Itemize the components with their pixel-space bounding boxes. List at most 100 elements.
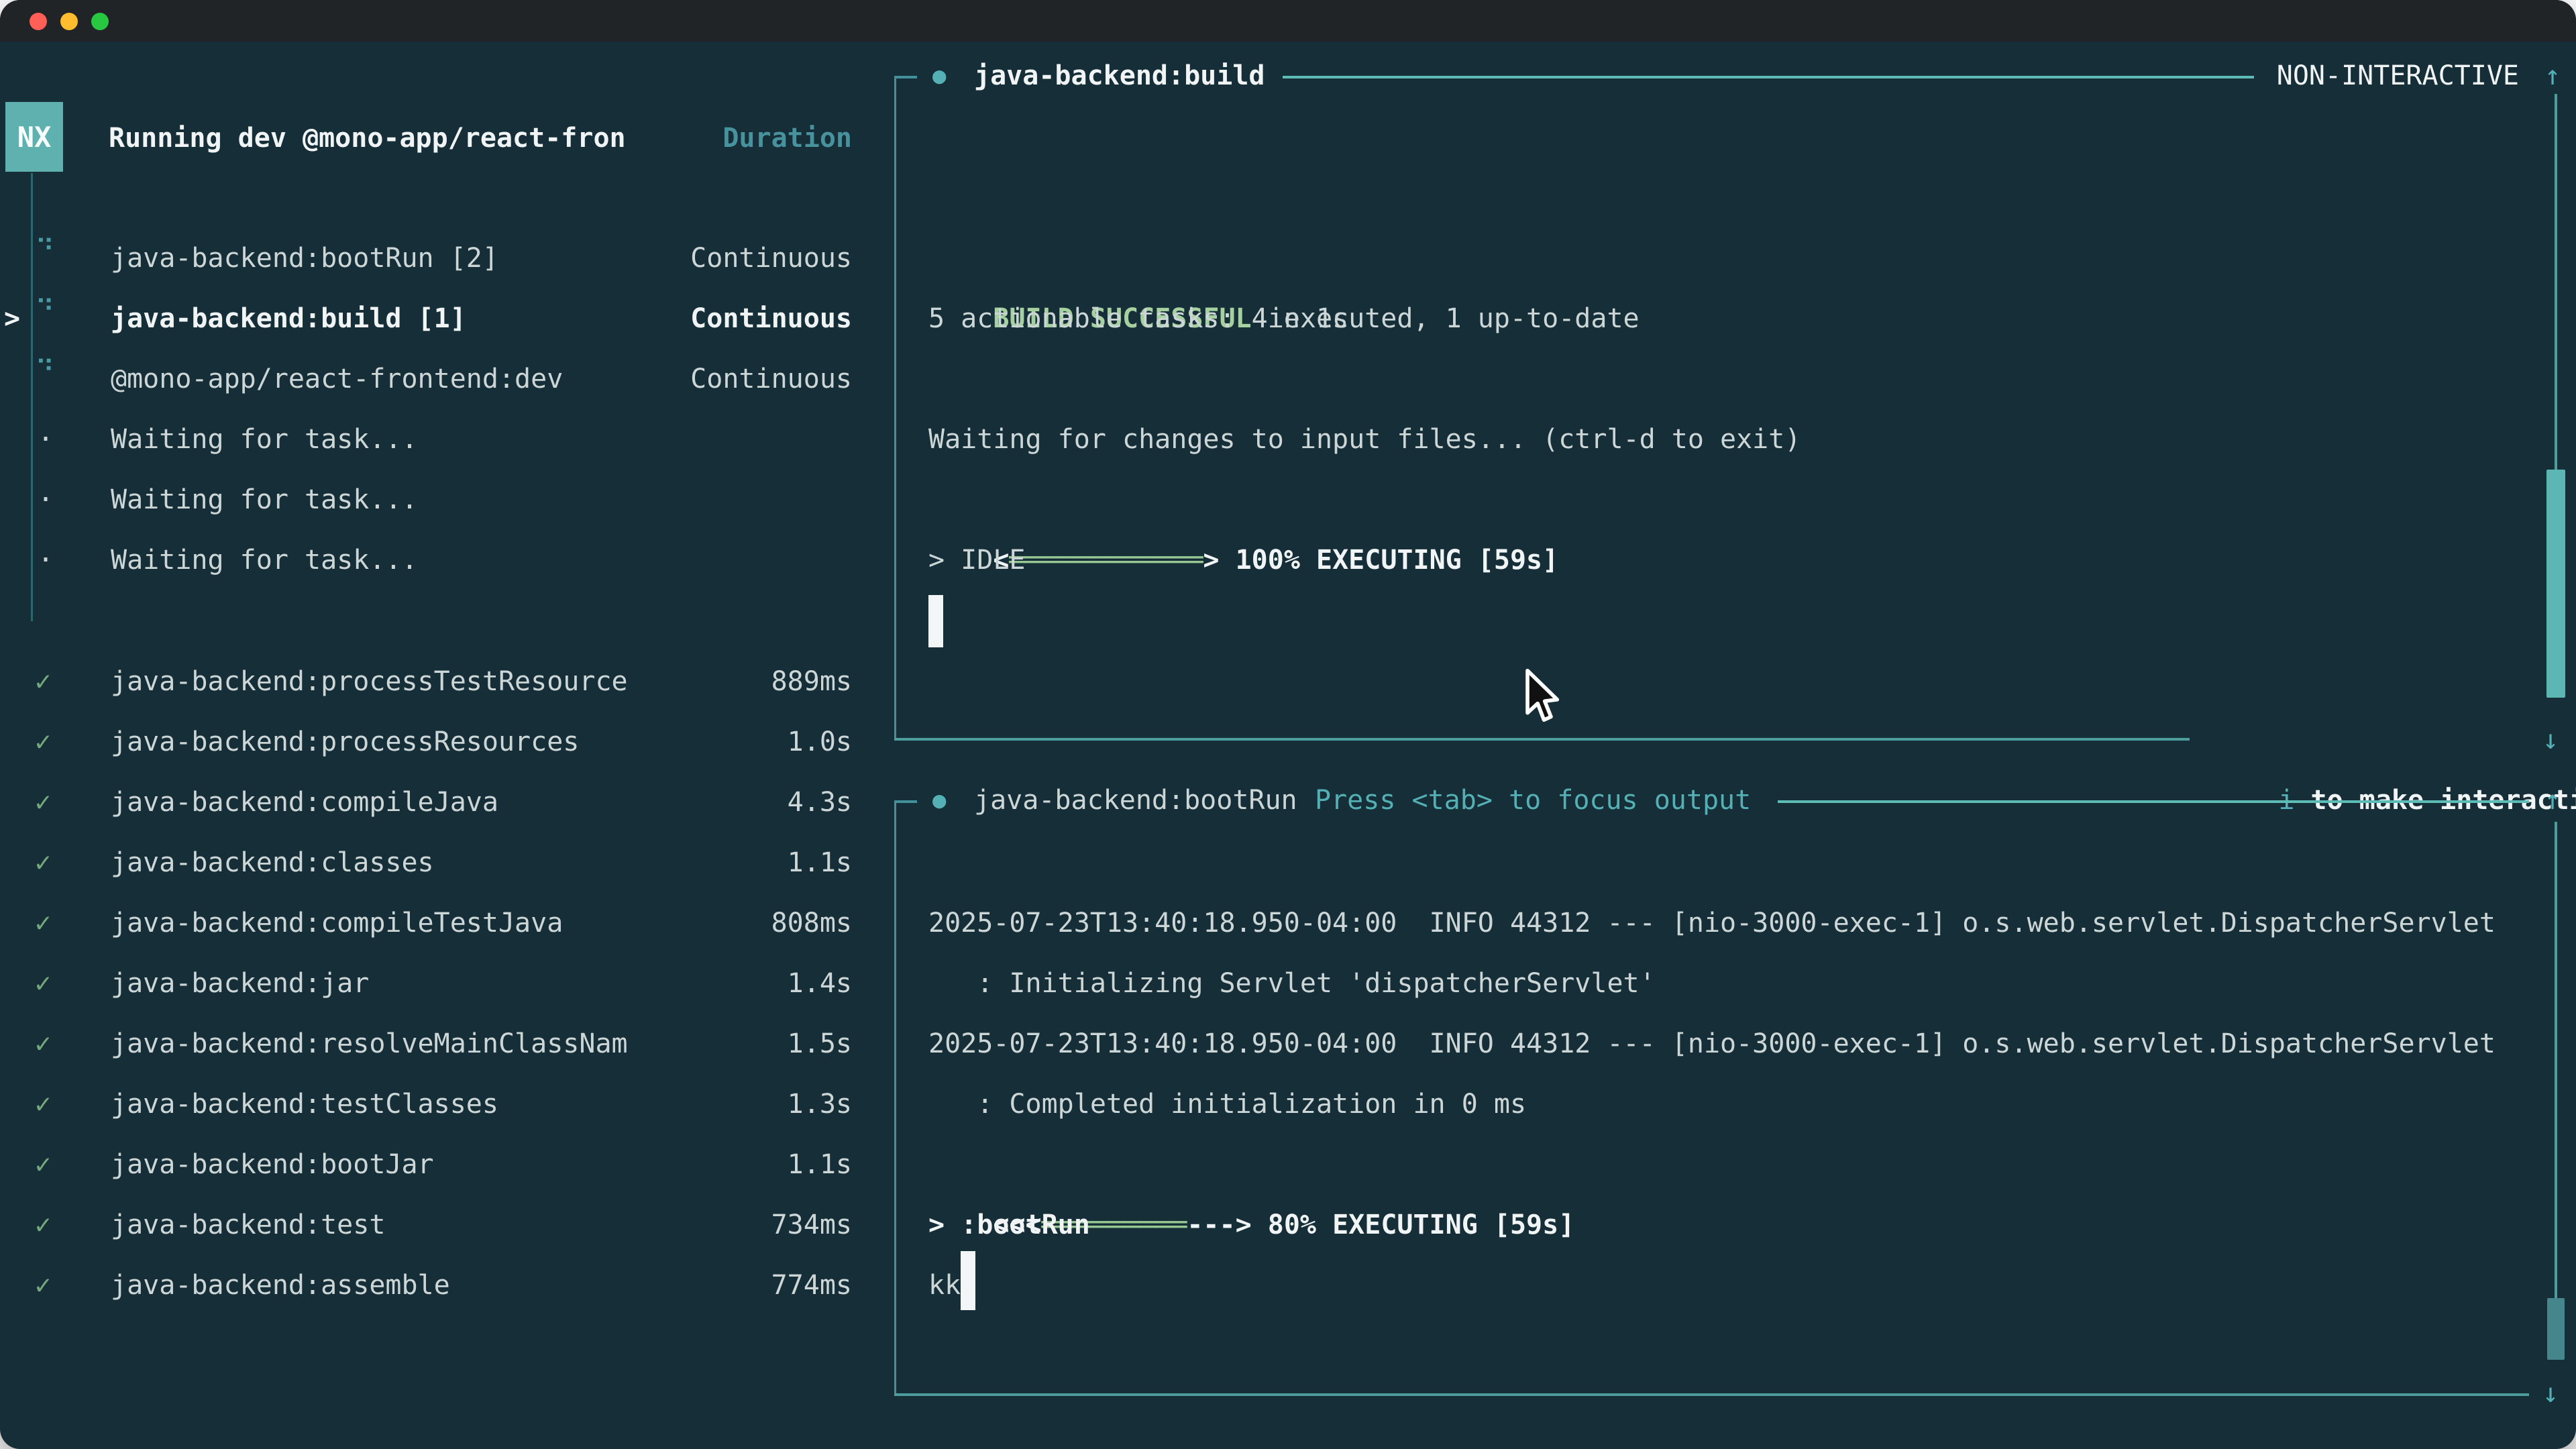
task-row[interactable]: java-backend:bootJar 1.1s xyxy=(111,1134,852,1195)
spinner-icon: ⠙ xyxy=(35,228,54,288)
bootrun-panel-scrollbar-thumb[interactable] xyxy=(2547,1298,2565,1360)
task-row[interactable]: java-backend:resolveMainClassNam 1.5s xyxy=(111,1014,852,1074)
actionable-tasks-line: 5 actionable tasks: 4 executed, 1 up-to-… xyxy=(928,288,1640,349)
build-panel-scrollbar-thumb[interactable] xyxy=(2546,470,2565,698)
task-label: java-backend:test xyxy=(111,1195,385,1255)
bootrun-panel-header-line xyxy=(1778,800,2529,803)
panel-bullet-icon: ● xyxy=(932,46,946,106)
bootrun-panel-bottom-border xyxy=(894,1393,2529,1396)
task-row[interactable]: java-backend:compileTestJava 808ms xyxy=(111,893,852,953)
close-window-button[interactable] xyxy=(30,13,47,30)
check-icon: ✓ xyxy=(35,1195,51,1255)
task-label: java-backend:classes xyxy=(111,833,434,893)
task-label: java-backend:processTestResource xyxy=(111,651,628,712)
build-success-line: BUILD SUCCESSFUL in 1s xyxy=(928,228,1348,288)
bootrun-prompt-line: > :bootRun xyxy=(928,1195,1090,1255)
task-duration: 4.3s xyxy=(788,772,852,833)
waiting-changes-line: Waiting for changes to input files... (c… xyxy=(928,409,1801,470)
task-label: java-backend:bootRun [2] xyxy=(111,228,498,288)
task-duration: 1.1s xyxy=(788,1134,852,1195)
check-icon: ✓ xyxy=(35,833,51,893)
task-duration: 1.1s xyxy=(788,833,852,893)
check-icon: ✓ xyxy=(35,953,51,1014)
keyboard-hints: quit: q help: ? xyxy=(594,1375,917,1436)
task-label: java-backend:testClasses xyxy=(111,1074,498,1134)
pagination: ← 1/2 → xyxy=(37,1375,182,1436)
scroll-down-icon[interactable]: ↓ xyxy=(2542,710,2559,770)
window-titlebar xyxy=(0,0,2576,42)
build-panel-bottom-border xyxy=(894,738,2190,741)
mouse-cursor-icon xyxy=(1523,667,1560,724)
task-duration: 1.0s xyxy=(788,712,852,772)
pending-dot-icon: · xyxy=(38,409,54,470)
build-panel-corner xyxy=(894,76,917,78)
progress-label: 80% EXECUTING [59s] xyxy=(1252,1210,1575,1240)
scroll-down-icon[interactable]: ↓ xyxy=(2542,1363,2559,1424)
gradle-progress-bar: <════════════> 100% EXECUTING [59s] xyxy=(928,470,1558,530)
task-row[interactable]: java-backend:test 734ms xyxy=(111,1195,852,1255)
bootrun-panel-title: java-backend:bootRun xyxy=(974,770,1297,830)
task-row[interactable]: Waiting for task... xyxy=(111,470,418,530)
task-duration: 774ms xyxy=(771,1255,852,1316)
bootrun-panel-scrollbar-track[interactable] xyxy=(2555,822,2557,1358)
task-label: java-backend:bootJar xyxy=(111,1134,434,1195)
task-row[interactable]: java-backend:compileJava 4.3s xyxy=(111,772,852,833)
task-row[interactable]: java-backend:processTestResource 889ms xyxy=(111,651,852,712)
task-row[interactable]: java-backend:jar 1.4s xyxy=(111,953,852,1014)
spinner-icon: ⠙ xyxy=(35,288,54,349)
non-interactive-badge: NON-INTERACTIVE xyxy=(2277,46,2519,106)
task-duration: 1.5s xyxy=(788,1014,852,1074)
check-icon: ✓ xyxy=(35,651,51,712)
pending-dot-icon: · xyxy=(38,470,54,530)
log-line: 2025-07-23T13:40:18.950-04:00 INFO 44312… xyxy=(928,1014,2496,1074)
duration-column-header: Duration xyxy=(722,108,852,168)
task-status: Continuous xyxy=(690,228,852,288)
log-line: : Completed initialization in 0 ms xyxy=(928,1074,1526,1134)
task-row[interactable]: @mono-app/react-frontend:dev Continuous xyxy=(111,349,852,409)
maximize-window-button[interactable] xyxy=(91,13,109,30)
check-icon: ✓ xyxy=(35,712,51,772)
build-panel-header-line xyxy=(1283,76,2254,78)
terminal-window: NX Running dev @mono-app/react-fron Dura… xyxy=(0,0,2576,1449)
bootrun-panel-corner xyxy=(894,800,917,803)
task-row[interactable]: java-backend:classes 1.1s xyxy=(111,833,852,893)
task-label: java-backend:compileJava xyxy=(111,772,498,833)
task-tree-guide-line xyxy=(31,173,33,621)
task-row[interactable]: Waiting for task... xyxy=(111,409,418,470)
terminal-cursor xyxy=(928,595,943,647)
task-status: Continuous xyxy=(690,349,852,409)
terminal-cursor xyxy=(961,1251,975,1310)
task-duration: 1.3s xyxy=(788,1074,852,1134)
task-row[interactable]: java-backend:bootRun [2] Continuous xyxy=(111,228,852,288)
check-icon: ✓ xyxy=(35,1134,51,1195)
minimize-window-button[interactable] xyxy=(60,13,78,30)
task-row-selected[interactable]: java-backend:build [1] Continuous xyxy=(111,288,852,349)
spinner-icon: ⠙ xyxy=(35,349,54,409)
task-duration: 734ms xyxy=(771,1195,852,1255)
task-label: java-backend:compileTestJava xyxy=(111,893,563,953)
selected-task-marker: > xyxy=(4,288,20,349)
log-line: 2025-07-23T13:40:18.950-04:00 INFO 44312… xyxy=(928,893,2496,953)
task-label: java-backend:processResources xyxy=(111,712,579,772)
gradle-progress-bar: <<<═════════---> 80% EXECUTING [59s] xyxy=(928,1134,1574,1195)
task-duration: 808ms xyxy=(771,893,852,953)
terminal-input-text[interactable]: kk xyxy=(928,1255,961,1316)
idle-line: > IDLE xyxy=(928,530,1026,590)
check-icon: ✓ xyxy=(35,1074,51,1134)
task-row[interactable]: java-backend:testClasses 1.3s xyxy=(111,1074,852,1134)
check-icon: ✓ xyxy=(35,772,51,833)
task-duration: 1.4s xyxy=(788,953,852,1014)
task-label: java-backend:build [1] xyxy=(111,288,466,349)
task-row[interactable]: java-backend:assemble 774ms xyxy=(111,1255,852,1316)
progress-fill: ════════════ xyxy=(1009,545,1203,576)
task-row[interactable]: Waiting for task... xyxy=(111,530,418,590)
task-row[interactable]: java-backend:processResources 1.0s xyxy=(111,712,852,772)
task-duration: 889ms xyxy=(771,651,852,712)
sidebar-header: Running dev @mono-app/react-fron Duratio… xyxy=(109,108,852,168)
task-label: java-backend:jar xyxy=(111,953,369,1014)
task-label: @mono-app/react-frontend:dev xyxy=(111,349,563,409)
scroll-up-icon[interactable]: ↑ xyxy=(2544,770,2561,830)
scroll-up-icon[interactable]: ↑ xyxy=(2544,46,2561,106)
panel-bullet-icon: ● xyxy=(932,770,946,830)
task-status: Continuous xyxy=(690,288,852,349)
